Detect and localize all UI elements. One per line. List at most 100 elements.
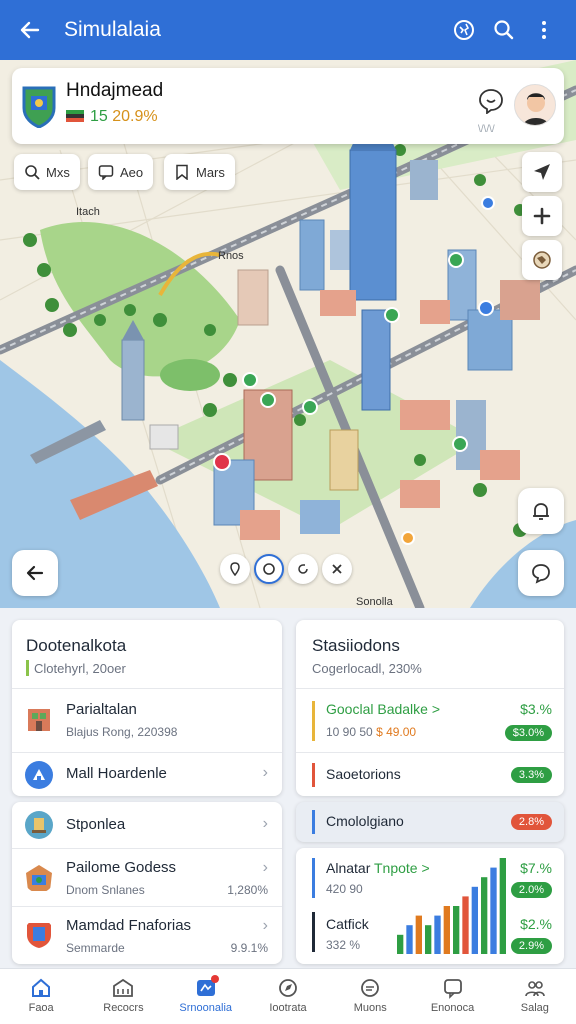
chart-bar — [397, 934, 404, 954]
chip-mxs[interactable]: Mxs — [14, 154, 80, 190]
building-icon — [113, 978, 134, 997]
map-back-button[interactable] — [12, 550, 58, 596]
nav-label: Enonoca — [430, 1002, 475, 1014]
item-title: Parialtalan — [66, 701, 137, 718]
city-info-card[interactable]: Hndajmead 15 20.9% \/\/\/ — [12, 68, 564, 144]
home-icon — [32, 978, 51, 997]
chart-bar — [415, 915, 422, 954]
stat-values: 10 90 50 $ 49.00 — [326, 725, 417, 739]
chart-bar — [453, 906, 460, 954]
zoom-in-button[interactable] — [522, 196, 562, 236]
stat-title: Catfick — [326, 916, 369, 932]
search-icon — [25, 165, 40, 180]
avatar[interactable] — [514, 84, 556, 126]
stat-title: Gooclal Badalke > — [326, 701, 441, 717]
stat-row[interactable]: Saoetorions 3.3% — [296, 752, 564, 796]
chip-label: Mxs — [46, 164, 70, 180]
map-control-bar — [220, 554, 352, 588]
trend-panel: Alnatar Tnpote > 420 90 $7.% 2.0% Catfic… — [296, 848, 564, 964]
close-icon — [332, 564, 342, 574]
nav-label: Muons — [353, 1002, 387, 1014]
list-item[interactable]: Stponlea › — [12, 802, 282, 848]
list-item[interactable]: Mall Hoardenle › — [12, 752, 282, 796]
chip-aeo[interactable]: Aeo — [88, 154, 154, 190]
navigation-arrow-icon — [534, 164, 550, 180]
nav-item-home[interactable]: Faoa — [0, 969, 82, 1024]
nav-item-simulation[interactable]: Srnoonalia — [165, 969, 247, 1024]
rotate-button[interactable] — [288, 554, 318, 584]
accent-bar — [312, 912, 315, 952]
chart-bar — [481, 877, 488, 954]
map-label-park: Itach — [76, 206, 100, 218]
statue-icon — [25, 811, 53, 839]
chat-bubble-icon[interactable] — [478, 88, 504, 114]
bookmark-icon — [176, 164, 188, 180]
globe-button[interactable] — [444, 10, 484, 50]
chat-button[interactable] — [518, 550, 564, 596]
chat-bubble-icon — [532, 564, 550, 584]
chip-mars[interactable]: Mars — [164, 154, 235, 190]
city-stat: 15 20.9% — [90, 108, 158, 125]
navigate-button[interactable] — [522, 152, 562, 192]
record-button[interactable] — [254, 554, 284, 584]
item-subtitle: Blajus Rong, 220398 — [66, 725, 178, 739]
item-title: Pailome Godess — [66, 859, 177, 876]
item-subtitle: Dnom Snlanes — [66, 883, 145, 897]
chart-bar — [425, 925, 432, 954]
chart-bar — [471, 886, 478, 954]
message-icon — [361, 979, 380, 997]
places-panel: Stponlea › Pailome Godess Dnom Snlanes ›… — [12, 802, 282, 964]
accent-bar — [312, 858, 315, 898]
item-title: Mamdad Fnaforias — [66, 917, 192, 934]
nav-label: Faoa — [28, 1002, 54, 1014]
users-icon — [525, 981, 545, 997]
app-title: Simulalaia — [64, 18, 161, 41]
stat-title: Alnatar Tnpote > — [326, 860, 430, 876]
message-icon — [98, 165, 114, 180]
notifications-button[interactable] — [518, 488, 564, 534]
more-vertical-icon — [542, 21, 546, 39]
nav-item-iootrata[interactable]: Iootrata — [247, 969, 329, 1024]
flag-icon — [66, 110, 84, 122]
pin-icon — [230, 562, 240, 576]
stat-title: Saoetorions — [326, 766, 401, 782]
item-subtitle: Semmarde — [66, 941, 125, 955]
search-button[interactable] — [484, 10, 524, 50]
chip-label: Mars — [196, 164, 225, 180]
item-value: 1,280% — [227, 883, 268, 897]
chevron-right-icon: › — [262, 764, 268, 781]
nav-item-enonoca[interactable]: Enonoca — [411, 969, 493, 1024]
close-map-button[interactable] — [322, 554, 352, 584]
stat-row-bar[interactable]: Cmololgiano 2.8% — [296, 802, 564, 842]
stat-pill: $3.0% — [504, 725, 552, 741]
layers-button[interactable] — [522, 240, 562, 280]
pin-button[interactable] — [220, 554, 250, 584]
chip-label: Aeo — [120, 164, 144, 180]
list-item[interactable]: Mamdad Fnaforias Semmarde › 9.9.1% — [12, 906, 282, 964]
city-map[interactable]: Hndajmead 15 20.9% \/\/\/ Mxs Aeo Mars I… — [0, 60, 576, 608]
stat-pill: 2.9% — [510, 938, 552, 954]
nav-item-settings[interactable]: Salag — [494, 969, 576, 1024]
stat-pill: 3.3% — [510, 767, 552, 783]
chart-bar — [443, 906, 450, 954]
nav-item-muons[interactable]: Muons — [329, 969, 411, 1024]
bottom-navigation: Faoa Recocrs Srnoonalia Iootrata Muons E… — [0, 968, 576, 1024]
app-bar: Simulalaia — [0, 0, 576, 60]
palace-icon — [26, 865, 52, 891]
map-label-bottom: Sonolla — [356, 596, 393, 608]
list-item[interactable]: Parialtalan Blajus Rong, 220398 — [12, 688, 282, 752]
accent-bar — [312, 701, 315, 741]
item-title: Stponlea — [66, 816, 126, 833]
nav-label: Salag — [520, 1002, 549, 1014]
back-button[interactable] — [12, 12, 48, 48]
nav-item-records[interactable]: Recocrs — [82, 969, 164, 1024]
chart-bar — [462, 896, 469, 954]
arrow-left-icon — [20, 21, 40, 39]
chart-bar — [499, 858, 506, 954]
nav-label: Iootrata — [269, 1002, 307, 1014]
more-button[interactable] — [524, 10, 564, 50]
city-name: Hndajmead — [66, 80, 164, 101]
stat-row[interactable]: Gooclal Badalke > 10 90 50 $ 49.00 $3.% … — [296, 688, 564, 752]
building-icon — [28, 709, 50, 731]
list-item[interactable]: Pailome Godess Dnom Snlanes › 1,280% — [12, 848, 282, 906]
